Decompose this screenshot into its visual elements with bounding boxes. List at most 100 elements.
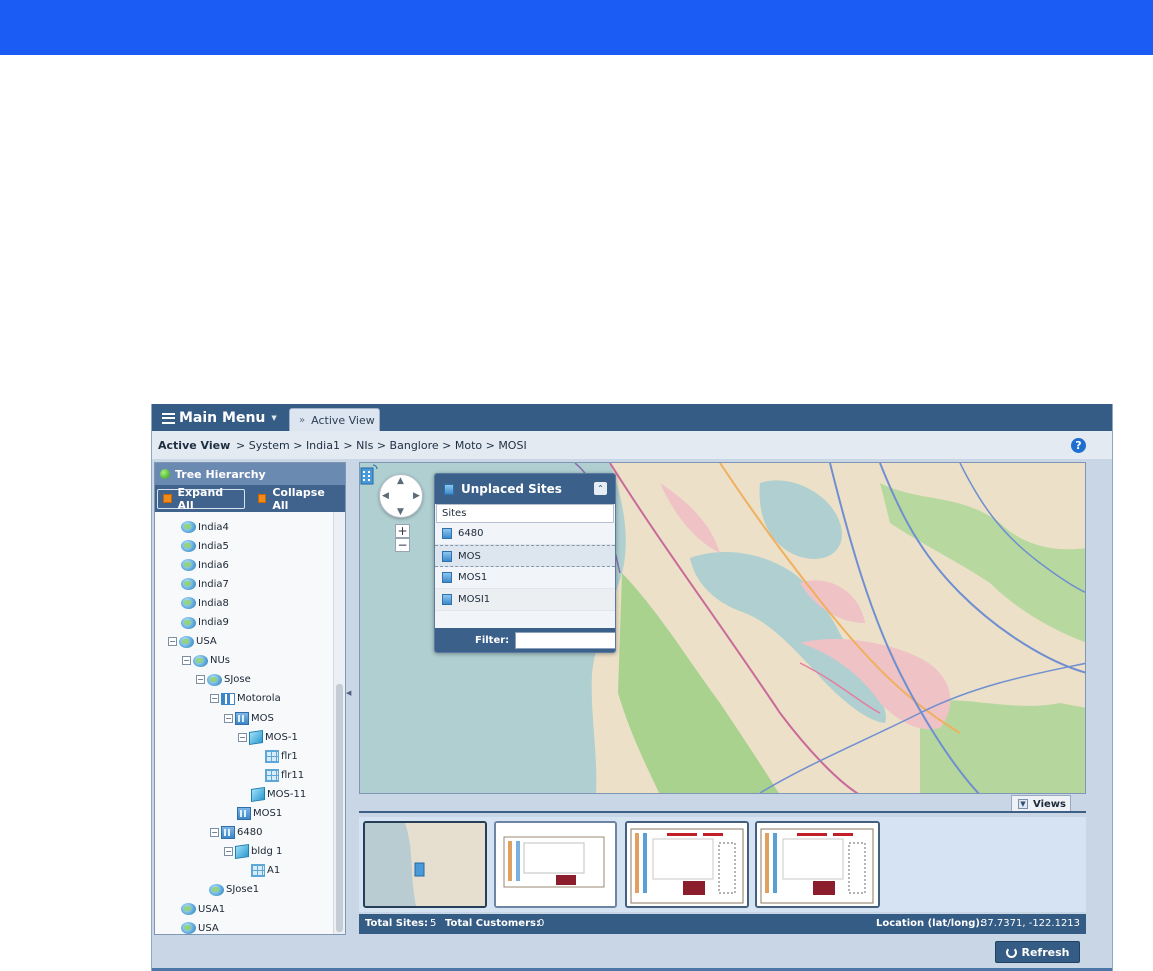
- tree-node[interactable]: SJose1: [209, 881, 259, 899]
- menu-icon: [162, 412, 175, 424]
- tree-node[interactable]: − SJose: [196, 671, 251, 689]
- globe-icon: [207, 673, 222, 686]
- filter-input[interactable]: [515, 631, 615, 649]
- breadcrumb: Active View > System > India1 > NIs > Ba…: [152, 431, 1112, 459]
- tree-node[interactable]: − MOS: [224, 709, 274, 727]
- tree-node[interactable]: USA1: [181, 900, 225, 918]
- collapse-toggle-icon[interactable]: −: [238, 732, 247, 742]
- collapse-toggle-icon[interactable]: −: [224, 847, 233, 857]
- tree-node[interactable]: USA: [181, 919, 219, 934]
- tree-node-label: India5: [198, 540, 229, 552]
- tree-node-label: India8: [198, 597, 229, 609]
- collapse-toggle-icon[interactable]: −: [224, 713, 233, 723]
- tree-node[interactable]: A1: [251, 862, 280, 880]
- collapse-icon: [257, 494, 267, 503]
- globe-icon: [181, 616, 196, 629]
- filter-label: Filter:: [475, 634, 510, 646]
- globe-icon: [209, 883, 224, 896]
- tree-node[interactable]: India4: [181, 518, 229, 536]
- site-icon: [442, 550, 452, 562]
- tree-node[interactable]: India7: [181, 575, 229, 593]
- double-chevron-down-icon: ▼: [1018, 799, 1028, 809]
- view-thumbnail-floorplan[interactable]: [494, 821, 617, 908]
- globe-icon: [181, 521, 196, 533]
- tree-node[interactable]: − Motorola: [210, 690, 281, 708]
- collapse-toggle-icon[interactable]: −: [210, 828, 219, 838]
- site-icon: [442, 528, 452, 539]
- view-thumbnail-map[interactable]: [363, 821, 487, 908]
- collapse-toggle-icon[interactable]: −: [210, 694, 219, 704]
- site-label: MOS1: [458, 572, 488, 583]
- main-menu-button[interactable]: Main Menu ▼: [162, 408, 277, 428]
- tree-node[interactable]: − NUs: [182, 652, 230, 670]
- pan-down-icon[interactable]: ▼: [397, 507, 404, 517]
- tree-node-label: 6480: [237, 827, 263, 839]
- tree-node[interactable]: MOS-11: [251, 785, 306, 803]
- refresh-icon: [1005, 946, 1017, 958]
- pan-left-icon[interactable]: ◀: [382, 491, 389, 501]
- tree-node[interactable]: India9: [181, 614, 229, 632]
- collapse-panel-icon[interactable]: ⌃: [594, 482, 607, 495]
- map-pan-control[interactable]: ▲ ▼ ◀ ▶: [379, 474, 423, 518]
- tree-node[interactable]: − USA: [168, 633, 217, 651]
- panel-collapse-icon[interactable]: ◀: [346, 689, 352, 707]
- globe-icon: [181, 540, 196, 553]
- tree-node[interactable]: − bldg 1: [224, 843, 282, 861]
- breadcrumb-path[interactable]: > System > India1 > NIs > Banglore > Mot…: [236, 439, 527, 452]
- tree-node[interactable]: India6: [181, 556, 229, 574]
- tree-node[interactable]: flr11: [265, 766, 304, 784]
- tree-node[interactable]: India8: [181, 594, 229, 612]
- floor-icon: [265, 768, 279, 782]
- tree-node-label: NUs: [210, 655, 231, 667]
- help-icon[interactable]: ?: [1071, 438, 1086, 453]
- cube-icon: [235, 844, 249, 860]
- sites-column-header[interactable]: Sites: [436, 504, 614, 523]
- zoom-in-button[interactable]: +: [395, 524, 410, 538]
- map-view[interactable]: ▲ ▼ ◀ ▶ + − Unplaced Sites ⌃ Sites 6480 …: [359, 462, 1086, 794]
- site-marker-icon[interactable]: [360, 463, 378, 485]
- expand-all-button[interactable]: Expand All: [157, 485, 245, 512]
- tree-node-label: MOS-1: [265, 731, 298, 743]
- scrollbar-thumb[interactable]: [336, 684, 343, 932]
- expand-icon: [163, 494, 172, 503]
- tab-active-view[interactable]: » Active View: [289, 408, 380, 432]
- views-divider: [359, 811, 1086, 813]
- collapse-toggle-icon[interactable]: −: [196, 675, 205, 685]
- views-toggle-button[interactable]: ▼ Views: [1011, 795, 1071, 812]
- tree-scrollbar[interactable]: [333, 512, 345, 934]
- double-chevron-icon: »: [299, 415, 306, 426]
- refresh-button[interactable]: Refresh: [995, 941, 1080, 963]
- tree-node-label: India7: [198, 578, 229, 590]
- tree-hierarchy-panel: Tree Hierarchy Expand All Collapse All I…: [154, 462, 346, 935]
- expand-all-label: Expand All: [177, 485, 224, 512]
- list-item[interactable]: 6480: [435, 523, 615, 545]
- pan-right-icon[interactable]: ▶: [413, 491, 420, 501]
- views-label: Views: [1033, 798, 1066, 810]
- collapse-toggle-icon[interactable]: −: [182, 656, 191, 666]
- building-icon: [235, 711, 249, 725]
- list-item[interactable]: MOS: [435, 545, 615, 567]
- list-item[interactable]: MOS1: [435, 567, 615, 589]
- zoom-out-button[interactable]: −: [395, 538, 410, 552]
- tree-node[interactable]: India5: [181, 537, 229, 555]
- tree-node[interactable]: − MOS-1: [238, 728, 298, 746]
- app-window: Main Menu ▼ » Active View Active View > …: [151, 404, 1113, 971]
- site-label: MOS: [458, 550, 481, 562]
- collapse-toggle-icon[interactable]: −: [168, 637, 177, 647]
- pan-up-icon[interactable]: ▲: [397, 476, 404, 486]
- list-item[interactable]: MOSI1: [435, 589, 615, 611]
- building-icon: [444, 483, 454, 495]
- collapse-all-button[interactable]: Collapse All: [253, 486, 345, 512]
- unplaced-sites-panel: Unplaced Sites ⌃ Sites 6480 MOS MOS1 MOS…: [434, 473, 616, 653]
- tree-node-label: MOS1: [253, 808, 283, 819]
- tree-node-label: flr11: [281, 769, 305, 781]
- page-title: Active View: [158, 439, 231, 452]
- tree-node[interactable]: − 6480: [210, 824, 262, 842]
- tree-node[interactable]: MOS1: [237, 805, 282, 823]
- status-dot-icon: [160, 469, 170, 479]
- location-label: Location (lat/long):: [876, 918, 984, 929]
- view-thumbnail-floorplan[interactable]: [625, 821, 749, 908]
- tree-node-label: India9: [198, 617, 229, 628]
- tree-node[interactable]: flr1: [265, 747, 298, 765]
- view-thumbnail-floorplan[interactable]: [755, 821, 880, 908]
